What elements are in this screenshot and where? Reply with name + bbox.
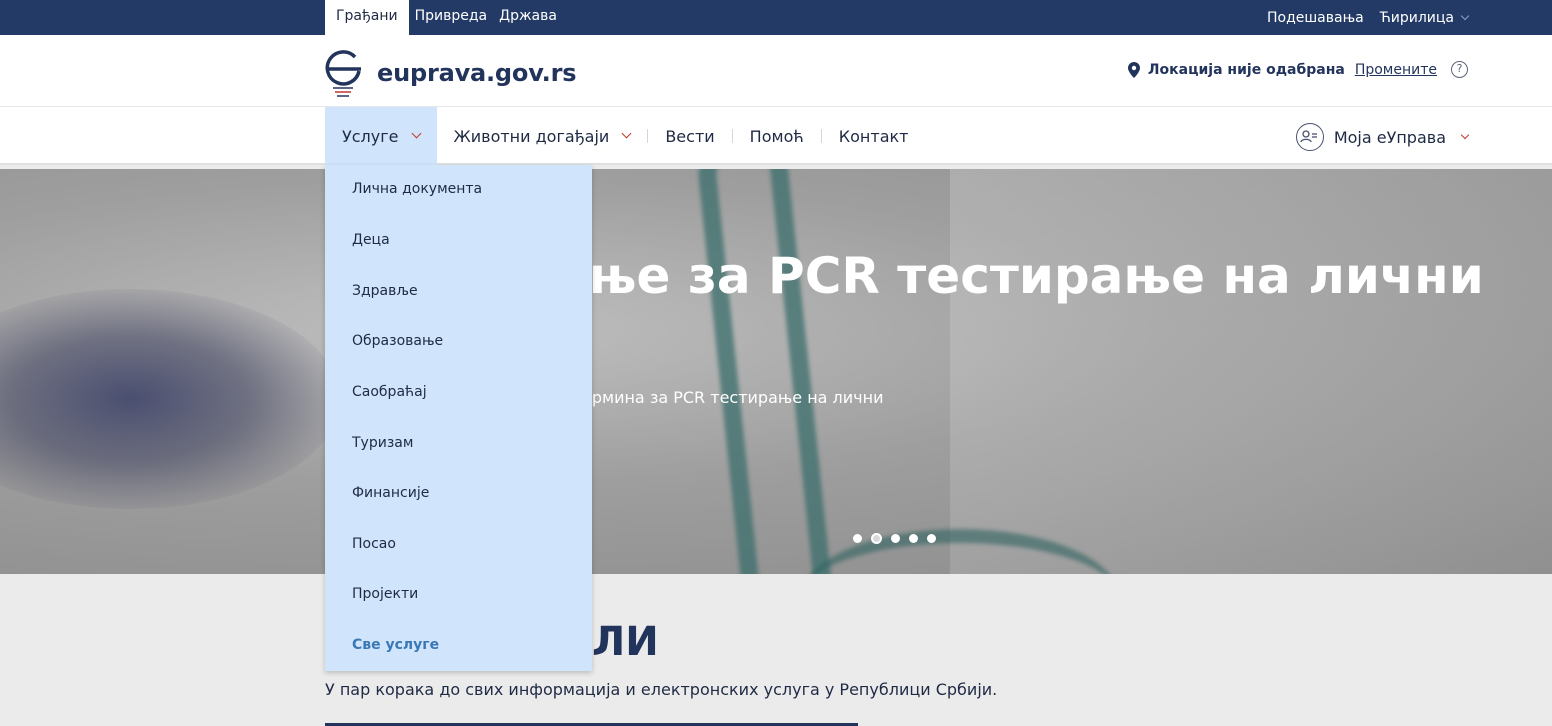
user-account-icon bbox=[1295, 123, 1324, 151]
main-nav: Услуге Животни догађаји Вести Помоћ Конт… bbox=[0, 107, 1552, 165]
audience-tabs: Грађани Привреда Држава bbox=[325, 0, 563, 35]
dropdown-item-children[interactable]: Деца bbox=[352, 232, 390, 248]
chevron-down-icon bbox=[411, 128, 421, 139]
location-bar: Локација није одабрана Промените ? bbox=[1127, 61, 1468, 78]
tab-citizens[interactable]: Грађани bbox=[325, 0, 409, 35]
dropdown-all-services-link[interactable]: Све услуге bbox=[352, 637, 439, 653]
main-menu: Услуге Животни догађаји Вести Помоћ Конт… bbox=[325, 107, 926, 165]
nav-item-label: Услуге bbox=[342, 126, 399, 146]
dropdown-item-traffic[interactable]: Саобраћај bbox=[352, 384, 427, 400]
dropdown-item-work[interactable]: Посао bbox=[352, 536, 396, 552]
section-title: ЛИ bbox=[592, 619, 659, 665]
chevron-down-icon bbox=[621, 128, 632, 139]
e-logo-icon bbox=[325, 45, 365, 101]
logo-text: euprava.gov.rs bbox=[377, 59, 577, 87]
hero-title[interactable]: ање за PCR тестирање на лични bbox=[555, 247, 1484, 305]
slider-dot[interactable] bbox=[891, 534, 900, 543]
intro-section: ЛИ У пар корака до свих информација и ел… bbox=[0, 574, 1552, 726]
slider-dot[interactable] bbox=[871, 533, 882, 544]
hero-subtitle: ермина за PCR тестирање на лични bbox=[582, 388, 884, 407]
top-bar: Грађани Привреда Држава Подешавања Ћирил… bbox=[0, 0, 1552, 35]
help-icon[interactable]: ? bbox=[1451, 61, 1468, 78]
nav-item-help[interactable]: Помоћ bbox=[733, 107, 821, 165]
nav-item-contact[interactable]: Контакт bbox=[822, 107, 926, 165]
chevron-down-icon bbox=[1460, 11, 1470, 20]
hero-background-decoration bbox=[950, 169, 1552, 574]
location-label: Локација није одабрана bbox=[1147, 61, 1345, 78]
nav-item-label: Животни догађаји bbox=[453, 126, 610, 146]
hero-background-decoration bbox=[694, 169, 836, 574]
my-euprava-menu[interactable]: Моја еУправа bbox=[1295, 123, 1470, 151]
location-pin-icon bbox=[1127, 61, 1140, 78]
slider-dot[interactable] bbox=[909, 534, 918, 543]
dropdown-item-tourism[interactable]: Туризам bbox=[352, 435, 413, 451]
nav-item-news[interactable]: Вести bbox=[648, 107, 731, 165]
tab-state[interactable]: Држава bbox=[493, 0, 563, 35]
slider-dot[interactable] bbox=[927, 534, 936, 543]
nav-item-services[interactable]: Услуге bbox=[325, 107, 437, 165]
dropdown-item-education[interactable]: Образовање bbox=[352, 333, 443, 349]
services-dropdown: Лична документа Деца Здравље Образовање … bbox=[325, 165, 592, 671]
site-header: euprava.gov.rs Локација није одабрана Пр… bbox=[0, 35, 1552, 107]
section-description: У пар корака до свих информација и елект… bbox=[325, 680, 998, 699]
chevron-down-icon bbox=[1460, 130, 1470, 140]
account-label: Моја еУправа bbox=[1333, 127, 1446, 147]
language-selector[interactable]: Ћирилица bbox=[1379, 9, 1470, 26]
site-logo[interactable]: euprava.gov.rs bbox=[325, 45, 577, 101]
dropdown-item-health[interactable]: Здравље bbox=[352, 283, 418, 299]
dropdown-item-projects[interactable]: Пројекти bbox=[352, 586, 418, 602]
hero-background-decoration bbox=[0, 289, 340, 509]
nav-item-life-events[interactable]: Животни догађаји bbox=[437, 107, 648, 165]
dropdown-item-personal-documents[interactable]: Лична документа bbox=[352, 181, 482, 197]
tab-business[interactable]: Привреда bbox=[409, 0, 494, 35]
language-label: Ћирилица bbox=[1379, 9, 1454, 26]
settings-link[interactable]: Подешавања bbox=[1267, 10, 1364, 26]
change-location-link[interactable]: Промените bbox=[1355, 62, 1437, 78]
dropdown-item-finance[interactable]: Финансије bbox=[352, 485, 429, 501]
slider-dots bbox=[853, 533, 936, 544]
hero-slider: ање за PCR тестирање на лични ермина за … bbox=[0, 169, 1552, 574]
slider-dot[interactable] bbox=[853, 534, 862, 543]
top-bar-right: Подешавања Ћирилица bbox=[1267, 0, 1470, 35]
